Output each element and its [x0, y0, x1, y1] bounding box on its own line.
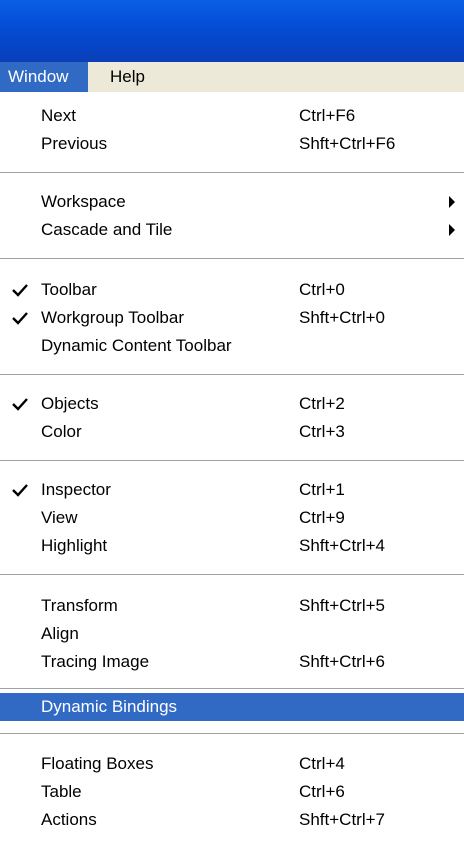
menu-item-label: Objects [41, 394, 99, 413]
menu-item-color[interactable]: Color Ctrl+3 [0, 418, 464, 446]
menu-item-label: Cascade and Tile [41, 220, 173, 239]
menu-item-view[interactable]: View Ctrl+9 [0, 504, 464, 532]
menu-item-label: Inspector [41, 480, 111, 499]
menu-item-next[interactable]: Next Ctrl+F6 [0, 102, 464, 130]
menu-separator [0, 374, 464, 376]
menu-item-actions[interactable]: Actions Shft+Ctrl+7 [0, 806, 464, 834]
menu-item-label: Dynamic Content Toolbar [41, 336, 232, 355]
menu-item-label: Previous [41, 134, 108, 153]
menu-separator [0, 258, 464, 260]
menu-item-label: Transform [41, 596, 118, 615]
menu-item-shortcut: Ctrl+3 [299, 422, 345, 441]
menu-item-label: Highlight [41, 536, 108, 555]
menu-item-dynamic-bindings[interactable]: Dynamic Bindings [0, 693, 464, 721]
menu-item-label: Workgroup Toolbar [41, 308, 185, 327]
menu-separator [0, 574, 464, 576]
menu-item-shortcut: Ctrl+0 [299, 280, 345, 299]
window-menu-dropdown: Next Ctrl+F6 Previous Shft+Ctrl+F6 Works… [0, 92, 464, 855]
menu-item-align[interactable]: Align [0, 620, 464, 648]
submenu-arrow-icon [449, 224, 455, 236]
menu-item-tracing-image[interactable]: Tracing Image Shft+Ctrl+6 [0, 648, 464, 676]
menu-item-label: Table [41, 782, 82, 801]
menu-item-label: Floating Boxes [41, 754, 154, 773]
menu-item-toolbar[interactable]: Toolbar Ctrl+0 [0, 276, 464, 304]
checkmark-icon [12, 398, 28, 411]
menu-item-transform[interactable]: Transform Shft+Ctrl+5 [0, 592, 464, 620]
menu-bar: Window Help [0, 62, 464, 92]
menu-item-objects[interactable]: Objects Ctrl+2 [0, 390, 464, 418]
menu-item-shortcut: Ctrl+F6 [299, 106, 356, 125]
menu-separator [0, 733, 464, 735]
menu-item-shortcut: Shft+Ctrl+4 [299, 536, 385, 555]
menu-item-previous[interactable]: Previous Shft+Ctrl+F6 [0, 130, 464, 158]
menu-item-label: Tracing Image [41, 652, 150, 671]
menu-item-shortcut: Ctrl+2 [299, 394, 345, 413]
menu-item-label: Workspace [41, 192, 126, 211]
menu-item-label: Dynamic Bindings [41, 697, 178, 716]
menu-item-label: Actions [41, 810, 97, 829]
menu-item-shortcut: Shft+Ctrl+F6 [299, 134, 396, 153]
menu-item-shortcut: Shft+Ctrl+0 [299, 308, 385, 327]
menu-item-label: View [41, 508, 78, 527]
menu-item-table[interactable]: Table Ctrl+6 [0, 778, 464, 806]
menu-item-workgroup-toolbar[interactable]: Workgroup Toolbar Shft+Ctrl+0 [0, 304, 464, 332]
menu-item-workspace[interactable]: Workspace [0, 188, 464, 216]
menu-item-inspector[interactable]: Inspector Ctrl+1 [0, 476, 464, 504]
menu-item-dynamic-content-toolbar[interactable]: Dynamic Content Toolbar [0, 332, 464, 360]
menu-item-shortcut: Shft+Ctrl+6 [299, 652, 385, 671]
menu-item-shortcut: Ctrl+4 [299, 754, 345, 773]
menu-window[interactable]: Window [0, 62, 88, 92]
checkmark-icon [12, 312, 28, 325]
menu-item-label: Align [41, 624, 79, 643]
submenu-arrow-icon [449, 196, 455, 208]
menu-item-shortcut: Ctrl+1 [299, 480, 345, 499]
checkmark-icon [12, 484, 28, 497]
title-bar [0, 0, 464, 62]
menu-item-shortcut: Ctrl+6 [299, 782, 345, 801]
checkmark-icon [12, 284, 28, 297]
menu-separator [0, 172, 464, 174]
menu-item-shortcut: Ctrl+9 [299, 508, 345, 527]
menu-item-shortcut: Shft+Ctrl+5 [299, 596, 385, 615]
menu-item-highlight[interactable]: Highlight Shft+Ctrl+4 [0, 532, 464, 560]
menu-item-floating-boxes[interactable]: Floating Boxes Ctrl+4 [0, 750, 464, 778]
menu-item-shortcut: Shft+Ctrl+7 [299, 810, 385, 829]
menu-item-label: Next [41, 106, 76, 125]
menu-item-label: Color [41, 422, 82, 441]
menu-separator [0, 688, 464, 690]
menu-separator [0, 460, 464, 462]
menu-item-cascade-and-tile[interactable]: Cascade and Tile [0, 216, 464, 244]
menu-item-label: Toolbar [41, 280, 97, 299]
menu-help[interactable]: Help [110, 62, 145, 92]
